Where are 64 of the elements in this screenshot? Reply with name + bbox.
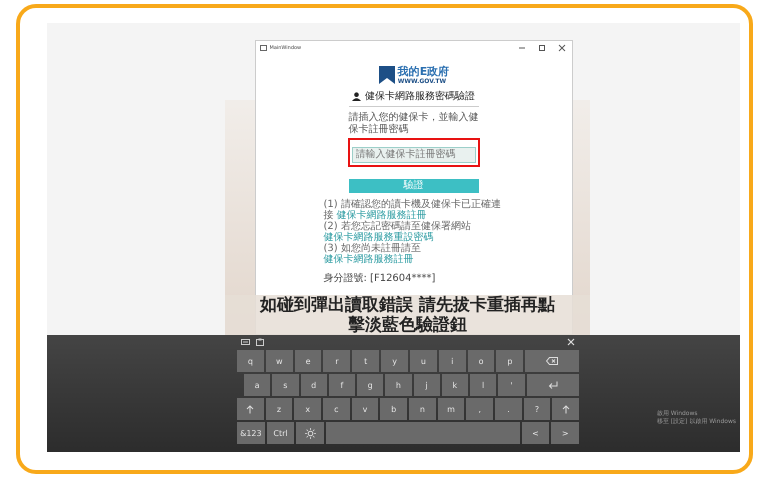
bookmark-logo-icon — [378, 65, 396, 85]
key[interactable]: < — [522, 422, 550, 444]
page-heading: 健保卡網路服務密碼驗證 — [365, 90, 475, 103]
key[interactable]: y — [381, 350, 408, 372]
logo-text: 我的E政府 — [398, 66, 450, 78]
emoji-key[interactable] — [296, 422, 324, 444]
key[interactable]: ? — [524, 398, 550, 420]
user-icon — [352, 92, 361, 100]
key[interactable]: t — [352, 350, 380, 372]
key[interactable]: Ctrl — [266, 422, 294, 444]
note-text: (1) 請確認您的讀卡機及健保卡已正確連接 健保卡網路服務註冊 — [324, 198, 502, 220]
backspace-key[interactable] — [525, 350, 579, 372]
key[interactable]: n — [409, 398, 436, 420]
key[interactable]: d — [300, 374, 327, 396]
sun-icon — [304, 428, 316, 438]
up-arrow-icon — [246, 404, 254, 414]
key[interactable]: f — [328, 374, 355, 396]
key[interactable]: z — [266, 398, 292, 420]
password-field[interactable]: 請輸入健保卡註冊密碼 — [352, 146, 476, 162]
keyboard-settings-icon[interactable] — [241, 338, 250, 346]
key[interactable]: x — [294, 398, 322, 420]
key[interactable]: j — [414, 374, 440, 396]
note-link[interactable]: 健保卡網路服務註冊 — [324, 254, 414, 264]
key[interactable]: > — [551, 422, 580, 444]
note-text: (3) 如您尚未註冊請至 健保卡網路服務註冊 — [324, 242, 422, 264]
enter-icon — [548, 381, 558, 389]
key[interactable]: h — [385, 374, 412, 396]
key[interactable]: g — [357, 374, 384, 396]
note-text: (2) 若您忘記密碼請至健保署網站 健保卡網路服務重設密碼 — [324, 220, 472, 242]
field-label: 請插入您的健保卡，並輸入健保卡註冊密碼 — [348, 112, 478, 136]
key[interactable]: l — [470, 374, 496, 396]
key[interactable]: . — [495, 398, 522, 420]
key[interactable]: &123 — [237, 422, 265, 444]
key[interactable]: p — [496, 350, 524, 372]
key[interactable]: e — [294, 350, 322, 372]
key[interactable]: s — [272, 374, 298, 396]
key[interactable]: r — [323, 350, 350, 372]
id-number-text: 身分證號: [F12604****] — [324, 272, 436, 284]
close-icon[interactable] — [558, 44, 566, 52]
key[interactable]: m — [438, 398, 464, 420]
key[interactable]: i — [438, 350, 466, 372]
key[interactable]: ' — [498, 374, 524, 396]
clipboard-icon[interactable] — [256, 338, 264, 346]
up-arrow-icon — [562, 404, 570, 414]
key[interactable]: q — [237, 350, 264, 372]
shift-key[interactable] — [552, 398, 580, 420]
shift-key[interactable] — [237, 398, 264, 420]
key[interactable]: o — [468, 350, 494, 372]
note-link[interactable]: 健保卡網路服務重設密碼 — [324, 232, 434, 242]
key[interactable]: k — [442, 374, 468, 396]
key[interactable]: b — [380, 398, 408, 420]
key[interactable]: u — [410, 350, 437, 372]
key[interactable]: w — [266, 350, 293, 372]
note-link[interactable]: 健保卡網路服務註冊 — [336, 210, 427, 220]
maximize-icon[interactable] — [538, 44, 546, 52]
subtitle-text: 擊淡藍色驗證鈕 — [348, 315, 467, 335]
verify-button[interactable]: 驗證 — [348, 178, 478, 192]
key[interactable]: c — [323, 398, 350, 420]
subtitle-text: 如碰到彈出讀取錯誤 請先拔卡重插再點 — [260, 295, 555, 315]
key[interactable]: v — [352, 398, 378, 420]
key[interactable]: , — [466, 398, 494, 420]
key[interactable]: a — [244, 374, 270, 396]
backspace-icon — [546, 357, 558, 365]
window-app-icon — [260, 45, 266, 51]
